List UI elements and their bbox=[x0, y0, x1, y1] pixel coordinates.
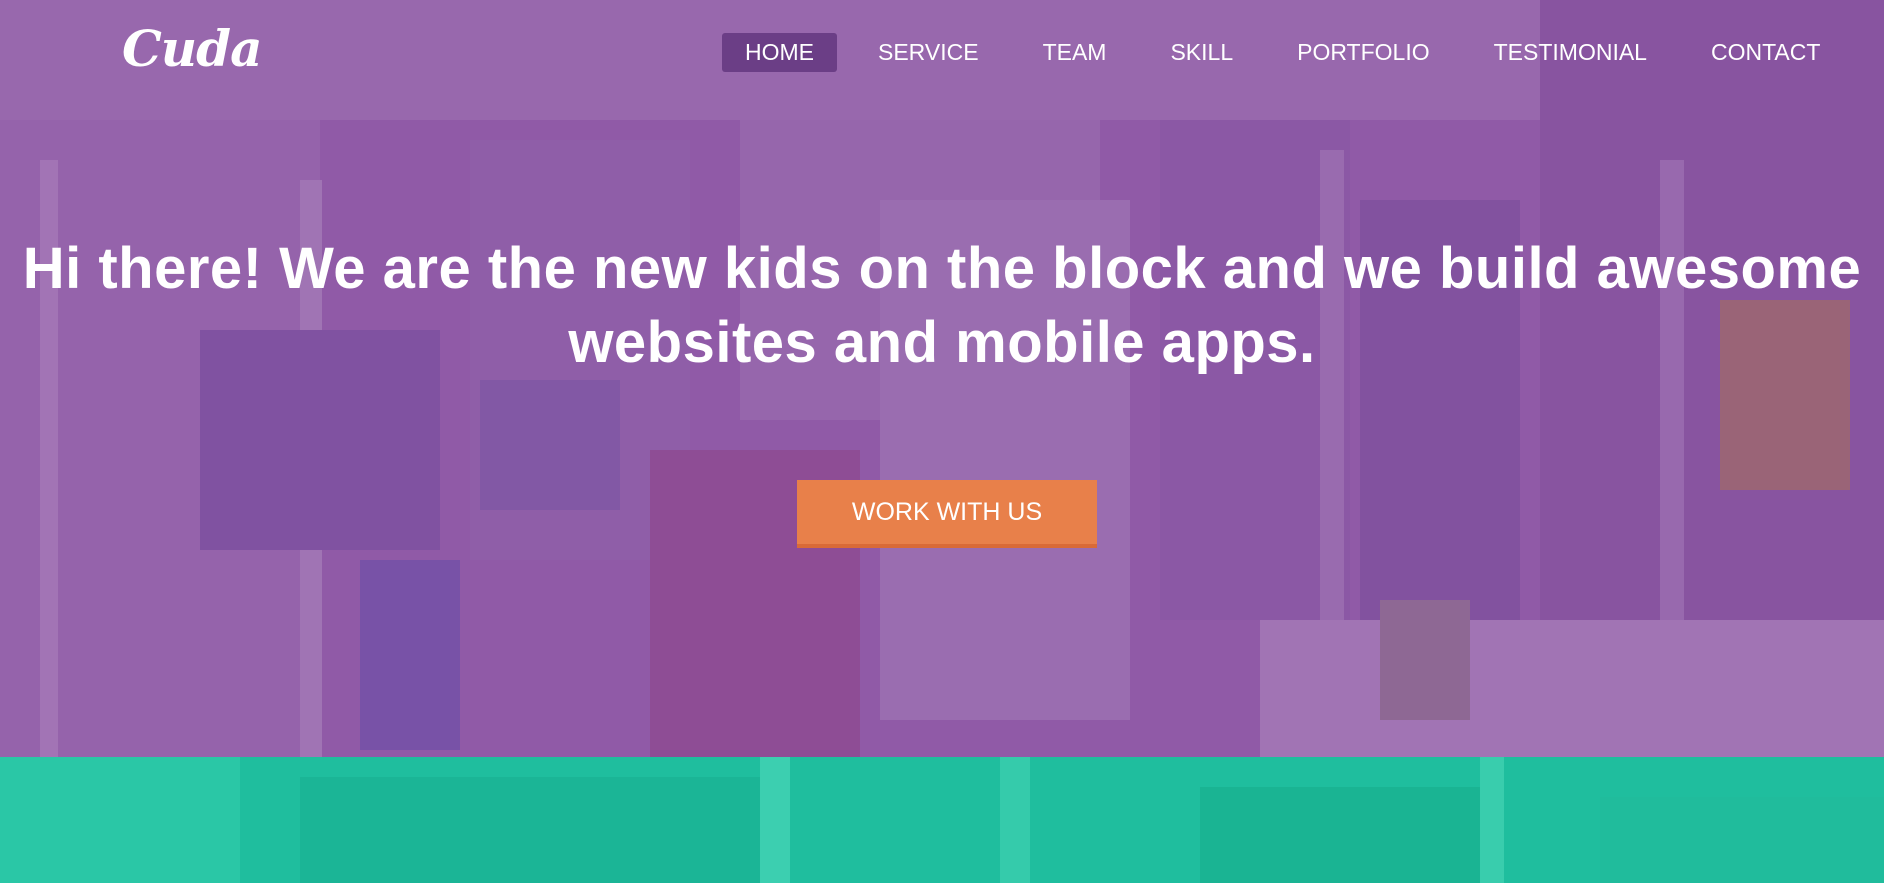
teal-background-shape bbox=[0, 757, 240, 883]
nav-item-service[interactable]: SERVICE bbox=[855, 33, 1002, 72]
teal-background-shape bbox=[1200, 787, 1500, 883]
cuda-logo[interactable]: Cuda bbox=[122, 18, 263, 80]
nav-item-contact[interactable]: CONTACT bbox=[1688, 33, 1843, 72]
nav-item-portfolio[interactable]: PORTFOLIO bbox=[1274, 33, 1453, 72]
nav-item-home[interactable]: HOME bbox=[722, 33, 837, 72]
nav-item-skill[interactable]: SKILL bbox=[1147, 33, 1256, 72]
teal-background-shape bbox=[1480, 757, 1504, 883]
hero-section: Cuda HOME SERVICE TEAM SKILL PORTFOLIO T… bbox=[0, 0, 1884, 757]
hero-headline-line-1: Hi there! We are the new kids on the blo… bbox=[22, 236, 1862, 301]
nav-item-testimonial[interactable]: TESTIMONIAL bbox=[1471, 33, 1670, 72]
teal-background-shape bbox=[1600, 797, 1884, 883]
hero-headline: Hi there! We are the new kids on the blo… bbox=[0, 232, 1884, 380]
next-section-teal bbox=[0, 757, 1884, 883]
nav-item-team[interactable]: TEAM bbox=[1020, 33, 1130, 72]
teal-background-shape bbox=[300, 777, 760, 883]
landing-page: Cuda HOME SERVICE TEAM SKILL PORTFOLIO T… bbox=[0, 0, 1884, 883]
teal-background-shape bbox=[1000, 757, 1030, 883]
teal-background-shape bbox=[760, 757, 790, 883]
hero-headline-line-2: websites and mobile apps. bbox=[568, 310, 1316, 375]
main-navigation: HOME SERVICE TEAM SKILL PORTFOLIO TESTIM… bbox=[722, 33, 1843, 72]
work-with-us-button[interactable]: WORK WITH US bbox=[797, 480, 1097, 548]
